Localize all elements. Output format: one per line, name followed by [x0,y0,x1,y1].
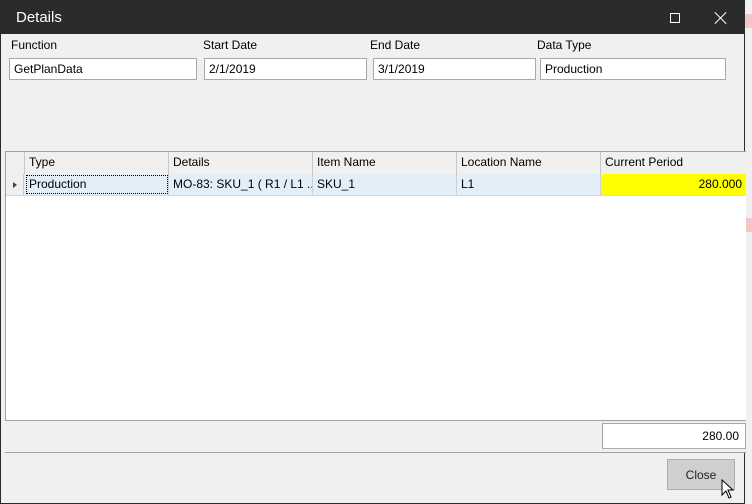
triangle-right-icon [12,181,17,188]
maximize-button[interactable] [652,1,698,34]
cell-current-period[interactable]: 280.000 [601,174,746,195]
row-header-corner [6,152,25,174]
cell-item-name[interactable]: SKU_1 [313,174,457,195]
column-header-item-name[interactable]: Item Name [313,152,457,174]
function-label: Function [11,38,58,52]
data-type-field[interactable]: Production [540,58,726,80]
column-header-current-period[interactable]: Current Period [601,152,746,174]
end-date-field[interactable]: 3/1/2019 [373,58,536,80]
cell-type[interactable]: Production [25,174,169,195]
data-type-label: Data Type [537,38,592,52]
table-row[interactable]: Production MO-83: SKU_1 ( R1 / L1 ... SK… [6,174,746,196]
column-header-location-name[interactable]: Location Name [457,152,601,174]
title-bar[interactable]: Details [1,1,744,34]
start-date-label: Start Date [203,38,258,52]
maximize-icon [670,12,680,23]
end-date-label: End Date [370,38,421,52]
cell-location-name[interactable]: L1 [457,174,601,195]
column-header-type[interactable]: Type [25,152,169,174]
close-icon [715,12,727,24]
window-close-button[interactable] [698,1,744,34]
function-field[interactable]: GetPlanData [9,58,197,80]
grid-header: Type Details Item Name Location Name Cur… [6,152,746,175]
column-header-details[interactable]: Details [169,152,313,174]
mouse-pointer-icon [721,479,735,499]
background-application [745,0,752,504]
window-title: Details [16,9,62,26]
total-field[interactable]: 280.00 [602,423,746,449]
details-grid[interactable]: Type Details Item Name Location Name Cur… [5,151,746,420]
cell-details[interactable]: MO-83: SKU_1 ( R1 / L1 ... [169,174,313,195]
details-dialog: Details Function Start Date End Date Dat… [0,0,746,504]
row-selector[interactable] [6,174,24,195]
start-date-field[interactable]: 2/1/2019 [204,58,367,80]
